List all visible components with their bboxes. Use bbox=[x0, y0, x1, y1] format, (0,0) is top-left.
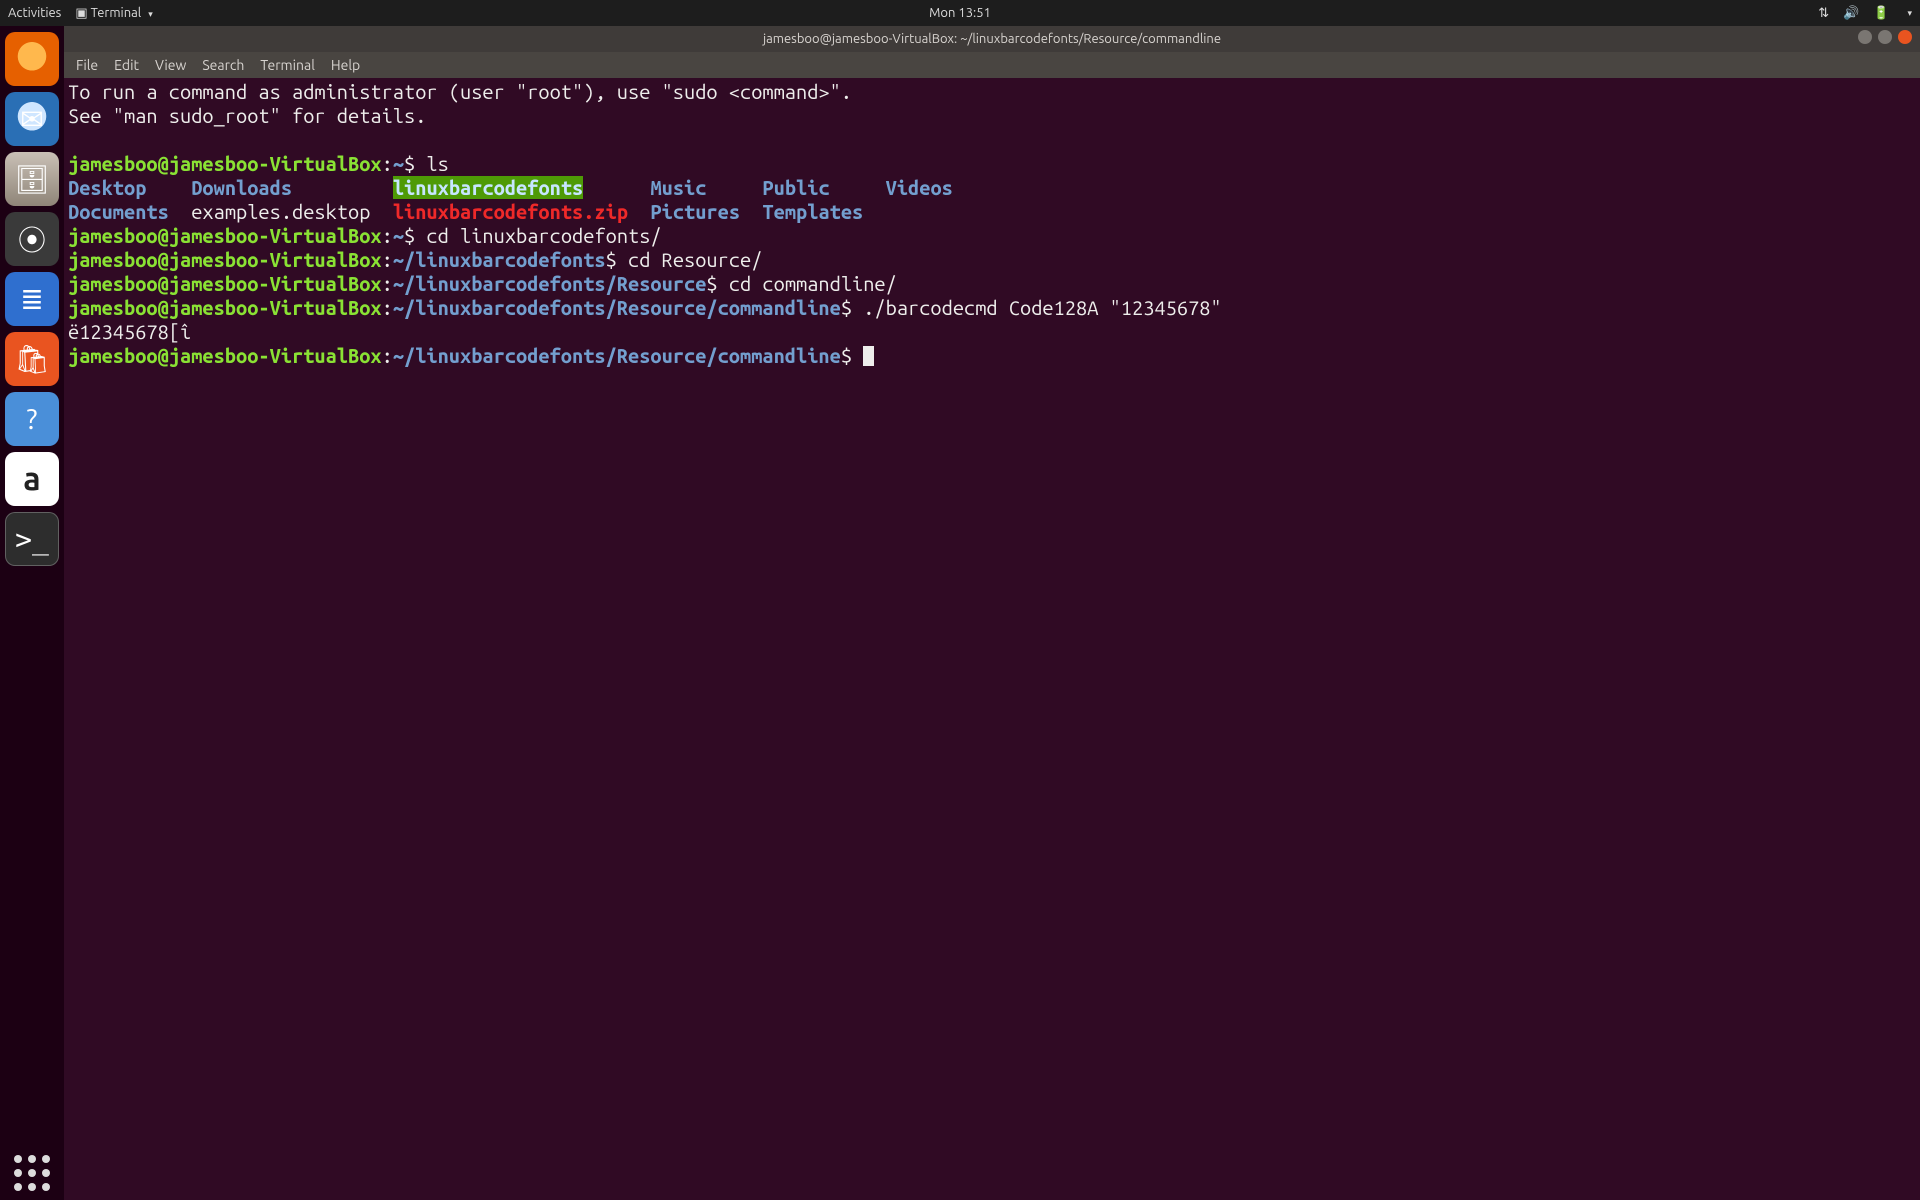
menu-search[interactable]: Search bbox=[202, 57, 244, 73]
menu-view[interactable]: View bbox=[155, 57, 186, 73]
prompt-user: jamesboo@jamesboo-VirtualBox bbox=[68, 344, 382, 367]
prompt-path: ~/linuxbarcodefonts/Resource/commandline bbox=[393, 344, 841, 367]
shopping-bag-icon: 🛍 bbox=[14, 343, 50, 376]
ls-downloads: Downloads bbox=[191, 176, 292, 199]
window-title: jamesboo@jamesboo-VirtualBox: ~/linuxbar… bbox=[763, 32, 1221, 46]
dock-item-firefox[interactable] bbox=[5, 32, 59, 86]
show-applications-button[interactable] bbox=[5, 1146, 59, 1200]
document-icon: ≣ bbox=[20, 283, 43, 316]
apps-grid-icon bbox=[14, 1155, 50, 1191]
system-menu-chevron-icon[interactable]: ▾ bbox=[1907, 8, 1912, 19]
dock-item-software[interactable]: 🛍 bbox=[5, 332, 59, 386]
command-cd3: cd commandline/ bbox=[729, 272, 897, 295]
ls-templates: Templates bbox=[762, 200, 863, 223]
prompt-path: ~ bbox=[393, 152, 404, 175]
volume-icon[interactable]: 🔊 bbox=[1843, 6, 1859, 21]
sudo-notice-line2: See "man sudo_root" for details. bbox=[68, 104, 426, 127]
dock-item-thunderbird[interactable]: ✉ bbox=[5, 92, 59, 146]
files-icon: 🗄 bbox=[14, 163, 50, 196]
window-titlebar[interactable]: jamesboo@jamesboo-VirtualBox: ~/linuxbar… bbox=[64, 26, 1920, 52]
dock-item-files[interactable]: 🗄 bbox=[5, 152, 59, 206]
prompt-user: jamesboo@jamesboo-VirtualBox bbox=[68, 248, 382, 271]
terminal-icon: >_ bbox=[15, 523, 49, 556]
menu-edit[interactable]: Edit bbox=[114, 57, 139, 73]
ls-public: Public bbox=[762, 176, 829, 199]
sudo-notice-line1: To run a command as administrator (user … bbox=[68, 80, 852, 103]
prompt-path: ~/linuxbarcodefonts bbox=[393, 248, 606, 271]
terminal-menubar: File Edit View Search Terminal Help bbox=[64, 52, 1920, 78]
prompt-path: ~/linuxbarcodefonts/Resource bbox=[393, 272, 707, 295]
command-barcodecmd: ./barcodecmd Code128A "12345678" bbox=[863, 296, 1221, 319]
clock[interactable]: Mon 13:51 bbox=[929, 6, 991, 20]
dock-item-terminal[interactable]: >_ bbox=[5, 512, 59, 566]
terminal-cursor bbox=[863, 346, 874, 366]
dock-item-writer[interactable]: ≣ bbox=[5, 272, 59, 326]
ls-desktop: Desktop bbox=[68, 176, 146, 199]
dock-item-disks[interactable]: ⦿ bbox=[5, 212, 59, 266]
help-icon: ? bbox=[27, 404, 38, 435]
launcher-dock: ✉ 🗄 ⦿ ≣ 🛍 ? a >_ bbox=[0, 26, 64, 1200]
ls-music: Music bbox=[650, 176, 706, 199]
prompt-user: jamesboo@jamesboo-VirtualBox bbox=[68, 272, 382, 295]
network-icon[interactable]: ⇅ bbox=[1818, 6, 1829, 21]
prompt-user: jamesboo@jamesboo-VirtualBox bbox=[68, 296, 382, 319]
prompt-user: jamesboo@jamesboo-VirtualBox bbox=[68, 152, 382, 175]
amazon-icon: a bbox=[23, 461, 40, 497]
envelope-icon: ✉ bbox=[20, 103, 43, 136]
ls-documents: Documents bbox=[68, 200, 169, 223]
appmenu-label: Terminal bbox=[91, 6, 142, 20]
terminal-output[interactable]: To run a command as administrator (user … bbox=[64, 78, 1920, 1200]
ls-pictures: Pictures bbox=[650, 200, 740, 223]
menu-terminal[interactable]: Terminal bbox=[260, 57, 315, 73]
prompt-path: ~ bbox=[393, 224, 404, 247]
appmenu-button[interactable]: ▣ Terminal ▾ bbox=[75, 6, 152, 21]
command-cd1: cd linuxbarcodefonts/ bbox=[426, 224, 661, 247]
ls-examples: examples.desktop bbox=[191, 200, 370, 223]
prompt-path: ~/linuxbarcodefonts/Resource/commandline bbox=[393, 296, 841, 319]
ls-zip: linuxbarcodefonts.zip bbox=[393, 200, 628, 223]
terminal-window: jamesboo@jamesboo-VirtualBox: ~/linuxbar… bbox=[64, 26, 1920, 1200]
dock-item-help[interactable]: ? bbox=[5, 392, 59, 446]
window-minimize-button[interactable] bbox=[1858, 30, 1872, 44]
menu-help[interactable]: Help bbox=[331, 57, 360, 73]
command-ls: ls bbox=[426, 152, 448, 175]
prompt-user: jamesboo@jamesboo-VirtualBox bbox=[68, 224, 382, 247]
disk-icon: ⦿ bbox=[18, 219, 46, 259]
barcode-output: ë12345678[î bbox=[68, 320, 191, 343]
battery-icon[interactable]: 🔋 bbox=[1873, 6, 1889, 21]
dock-item-amazon[interactable]: a bbox=[5, 452, 59, 506]
menu-file[interactable]: File bbox=[76, 57, 98, 73]
activities-button[interactable]: Activities bbox=[8, 6, 61, 20]
terminal-icon: ▣ bbox=[75, 6, 87, 20]
system-topbar: Activities ▣ Terminal ▾ Mon 13:51 ⇅ 🔊 🔋 … bbox=[0, 0, 1920, 26]
window-maximize-button[interactable] bbox=[1878, 30, 1892, 44]
chevron-down-icon: ▾ bbox=[148, 9, 153, 19]
command-cd2: cd Resource/ bbox=[628, 248, 762, 271]
ls-linuxbarcodefonts: linuxbarcodefonts bbox=[393, 176, 583, 199]
ls-videos: Videos bbox=[886, 176, 953, 199]
window-close-button[interactable] bbox=[1898, 30, 1912, 44]
